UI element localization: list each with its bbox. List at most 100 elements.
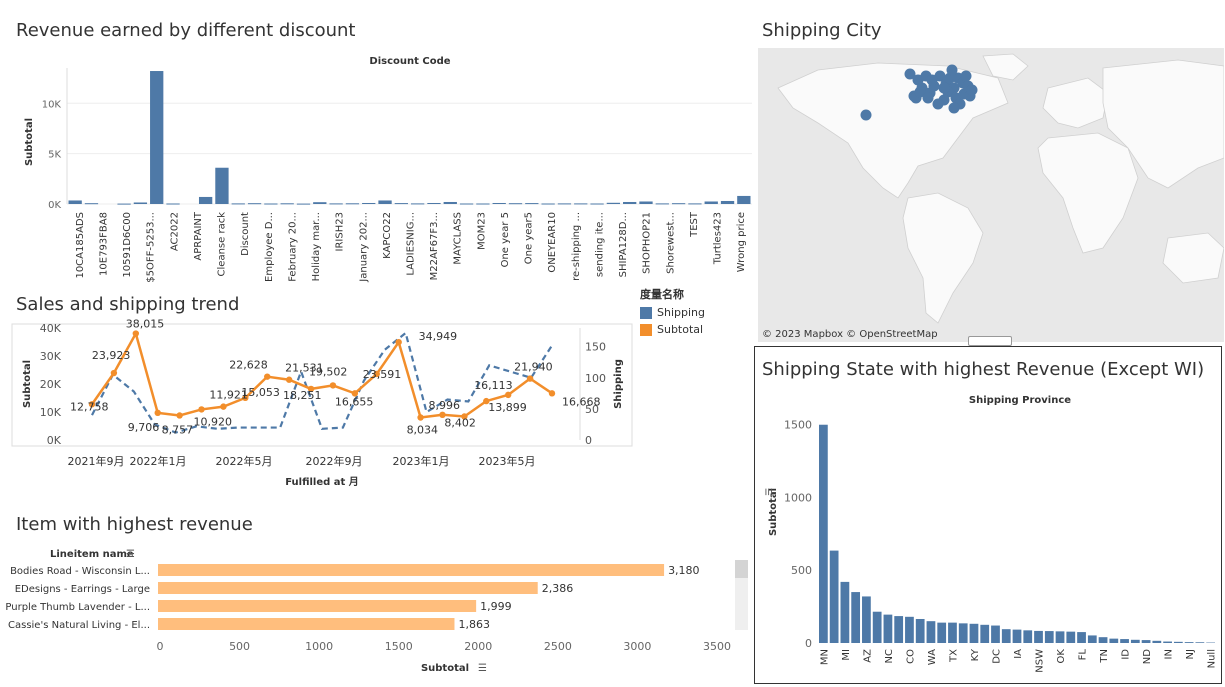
- discount-bar: [492, 202, 506, 204]
- state-category-label: IA: [1013, 649, 1024, 659]
- discount-category-label: Turtles423: [713, 212, 724, 265]
- panel-resize-handle[interactable]: [968, 336, 1012, 346]
- trend-y-tick-label: 0K: [47, 434, 62, 447]
- state-bar: [1195, 642, 1205, 643]
- state-bar: [937, 622, 947, 643]
- subtotal-data-label: 38,015: [126, 318, 165, 331]
- state-bar: [1001, 629, 1011, 643]
- subtotal-point: [504, 391, 512, 399]
- legend-label-subtotal: Subtotal: [657, 323, 704, 336]
- item-bar: [158, 564, 665, 576]
- city-map-title: Shipping City: [762, 20, 882, 41]
- discount-bar: [280, 203, 294, 205]
- state-chart-title: Shipping State with highest Revenue (Exc…: [762, 359, 1205, 380]
- items-x-tick-label: 1000: [305, 640, 333, 653]
- state-category-label: NSW: [1035, 649, 1046, 673]
- discount-bar: [655, 203, 669, 205]
- state-y-sort-icon: ☰: [765, 488, 775, 496]
- state-bar: [905, 616, 914, 643]
- discount-y-tick-label: 10K: [42, 99, 62, 110]
- discount-category-label: re-shipping ...: [571, 212, 582, 281]
- state-category-label: FL: [1078, 649, 1089, 661]
- trend-x-axis-label: Fulfilled at 月: [285, 476, 359, 488]
- trend-x-tick-label: 2023年5月: [479, 454, 536, 468]
- trend-y-tick-label: 40K: [40, 322, 62, 335]
- subtotal-data-label: 21,940: [514, 361, 553, 374]
- discount-bar: [296, 203, 311, 205]
- legend-item-shipping[interactable]: Shipping: [640, 306, 705, 319]
- state-bar: [1098, 637, 1108, 643]
- discount-bar: [378, 200, 392, 204]
- item-category-label: Cassie's Natural Living - El...: [8, 620, 150, 631]
- legend-title: 度量名称: [640, 288, 684, 301]
- item-bar: [158, 582, 538, 594]
- items-x-tick-label: 3000: [623, 640, 651, 653]
- subtotal-point: [264, 373, 271, 380]
- city-marker: [966, 84, 978, 96]
- subtotal-data-label: 8,996: [428, 399, 460, 412]
- state-bar: [894, 616, 904, 643]
- discount-bar: [84, 203, 99, 205]
- state-chart-header: Shipping Province: [969, 395, 1071, 406]
- discount-category-label: LADIESNIG...: [406, 212, 417, 276]
- item-category-label: Bodies Road - Wisconsin L...: [10, 566, 150, 577]
- discount-category-label: TEST: [689, 211, 700, 238]
- discount-category-label: APRPAINT: [193, 211, 204, 260]
- discount-bar: [443, 201, 457, 204]
- state-bar: [851, 592, 861, 643]
- discount-category-label: Cleanse rack: [217, 212, 228, 277]
- legend-item-subtotal[interactable]: Subtotal: [640, 323, 705, 336]
- item-category-label: EDesigns - Earrings - Large: [15, 584, 150, 595]
- subtotal-point: [176, 412, 183, 419]
- state-bar: [1012, 629, 1022, 643]
- discount-category-label: $5OFF-5253...: [146, 212, 157, 283]
- subtotal-data-label: 18,251: [283, 389, 322, 402]
- discount-category-label: MOM23: [476, 212, 487, 250]
- discount-bar: [166, 203, 180, 205]
- trend-y-tick-label: 30K: [40, 350, 62, 363]
- state-bar: [1184, 642, 1194, 643]
- state-category-label: Null: [1207, 649, 1218, 668]
- state-bar: [980, 624, 990, 643]
- discount-category-label: One year 5: [500, 212, 511, 267]
- state-category-label: CO: [905, 649, 916, 664]
- subtotal-data-label: 23,591: [363, 368, 402, 381]
- discount-bar: [590, 203, 604, 205]
- items-x-tick-label: 2000: [464, 640, 492, 653]
- discount-bar: [704, 201, 718, 204]
- discount-y-tick-label: 5K: [48, 150, 61, 161]
- subtotal-data-label: 12,758: [70, 400, 109, 413]
- shipping-city-map[interactable]: © 2023 Mapbox © OpenStreetMap: [758, 48, 1224, 342]
- city-marker: [948, 102, 960, 114]
- state-category-label: TN: [1099, 649, 1110, 664]
- trend-y-tick-label: 20K: [40, 378, 62, 391]
- state-bar: [1163, 641, 1172, 643]
- state-category-label: DC: [991, 649, 1002, 664]
- state-bar: [1066, 631, 1076, 643]
- discount-category-label: One year5: [524, 212, 535, 264]
- trend-y2-tick-label: 100: [585, 372, 606, 385]
- state-category-label: KY: [970, 648, 981, 661]
- state-category-label: ND: [1142, 649, 1153, 664]
- state-bar: [948, 622, 957, 643]
- subtotal-point: [132, 330, 140, 337]
- state-bar: [1130, 639, 1140, 643]
- state-bar: [958, 623, 968, 643]
- subtotal-point: [198, 406, 205, 413]
- state-bar-chart: Shipping ProvinceSubtotal☰050010001500MN…: [765, 395, 1218, 673]
- discount-bar: [476, 203, 490, 205]
- city-marker: [938, 82, 950, 94]
- items-scrollbar-thumb[interactable]: [735, 560, 748, 578]
- discount-category-label: 10E793FBA8: [98, 212, 109, 276]
- discount-bar: [215, 167, 229, 204]
- discount-category-label: 10591D6C00: [122, 212, 133, 278]
- discount-bar: [639, 201, 653, 204]
- city-dot-layer[interactable]: [758, 48, 1224, 342]
- subtotal-point: [110, 369, 118, 377]
- items-sort-icon: ☰: [126, 549, 135, 560]
- state-y-tick-label: 0: [805, 637, 812, 650]
- state-bar: [840, 581, 850, 643]
- state-bar: [829, 550, 839, 643]
- trend-legend: 度量名称 Shipping Subtotal: [640, 286, 705, 340]
- discount-category-label: MAYCLASS: [453, 212, 464, 265]
